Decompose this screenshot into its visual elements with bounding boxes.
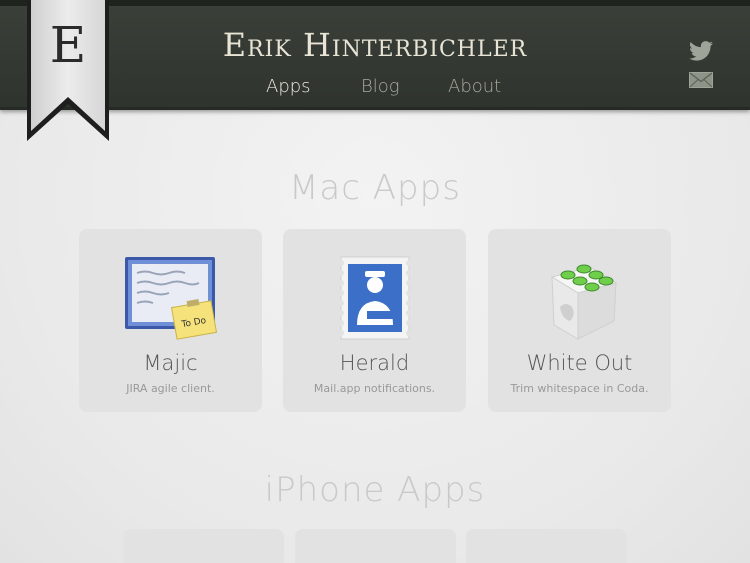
twitter-icon[interactable] [689, 41, 713, 61]
majic-app-icon: To Do [125, 257, 218, 340]
bookmark-logo[interactable]: E [27, 0, 109, 141]
app-desc-majic: JIRA agile client. [126, 382, 215, 395]
app-desc-white-out: Trim whitespace in Coda. [510, 382, 649, 395]
mail-icon[interactable] [689, 72, 713, 88]
app-card-herald[interactable]: Herald Mail.app notifications. [283, 229, 466, 412]
main-nav: Apps Blog About [0, 76, 750, 102]
iphone-app-card[interactable] [466, 529, 627, 563]
mac-apps-heading: Mac Apps [289, 168, 461, 208]
app-title-white-out: White Out [526, 351, 633, 375]
nav-apps[interactable]: Apps [266, 76, 311, 97]
app-desc-herald: Mail.app notifications. [313, 382, 436, 395]
logo-letter: E [49, 16, 87, 74]
site-title[interactable]: Erik Hinterbichler [0, 26, 750, 64]
app-card-majic[interactable]: To Do Majic JIRA agile client. [79, 229, 262, 412]
herald-app-icon [338, 256, 412, 340]
nav-about[interactable]: About [448, 76, 501, 97]
white-out-app-icon [550, 264, 618, 340]
app-title-majic: Majic [143, 351, 198, 375]
site-header: Erik Hinterbichler Apps Blog About [0, 0, 750, 110]
app-title-herald: Herald [339, 351, 410, 375]
iphone-app-card[interactable] [123, 529, 284, 563]
iphone-app-card[interactable] [295, 529, 456, 563]
nav-blog[interactable]: Blog [361, 76, 400, 97]
app-card-white-out[interactable]: White Out Trim whitespace in Coda. [488, 229, 671, 412]
iphone-apps-heading: iPhone Apps [264, 470, 486, 510]
